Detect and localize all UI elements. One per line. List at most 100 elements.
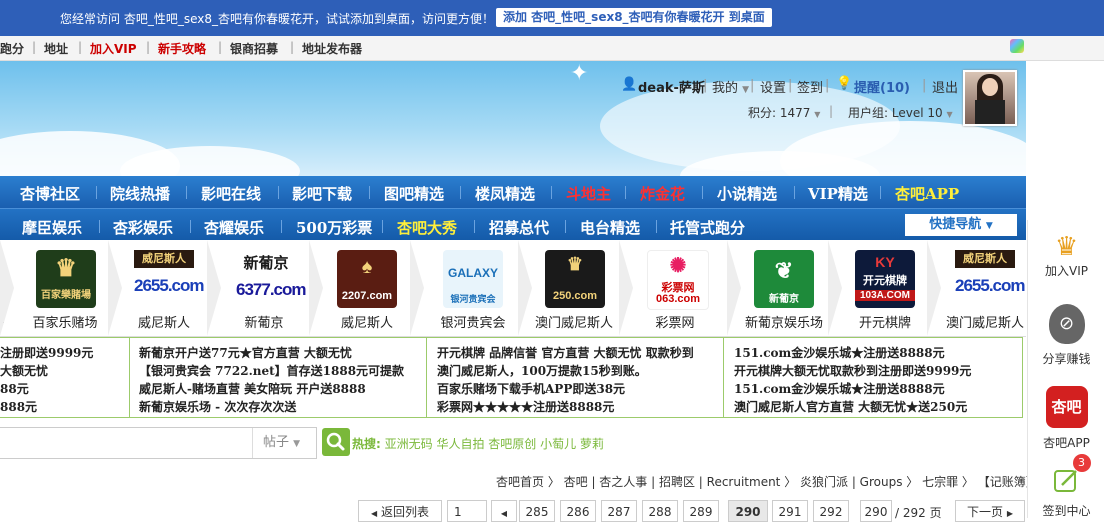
- logo-label[interactable]: 开元棋牌: [830, 312, 940, 331]
- breadcrumb[interactable]: 杏吧首页 〉 杏吧 | 杏之人事 | 招聘区 | Recruitment 〉 炎…: [496, 473, 1038, 490]
- add-to-desktop-button[interactable]: 添加 杏吧_性吧_sex8_杏吧有你春暖花开 到桌面: [496, 8, 772, 27]
- logo-venetian[interactable]: 威尼斯人 2655.com: [134, 250, 205, 308]
- page-number[interactable]: 286: [560, 500, 596, 522]
- logo-lottery-063[interactable]: ✺ 彩票网 063.com: [647, 250, 709, 310]
- prev-page-button[interactable]: ◀: [491, 500, 517, 522]
- logo-kaiyuan[interactable]: KY 开元棋牌 103A.COM: [855, 250, 915, 308]
- ad-link[interactable]: 888元: [0, 398, 37, 415]
- ad-link[interactable]: 大额无忧: [0, 362, 48, 379]
- avatar[interactable]: [963, 70, 1017, 126]
- top-links-bar: 跑分 | 地址 | 加入VIP | 新手攻略 | 银商招募 | 地址发布器: [0, 36, 1104, 61]
- toplink-address-publisher[interactable]: 地址发布器: [302, 40, 362, 57]
- nav-vip[interactable]: VIP精选: [808, 183, 868, 204]
- ad-link[interactable]: 开元棋牌大额无忧取款秒到注册即送9999元: [734, 362, 971, 379]
- page-number[interactable]: 285: [519, 500, 555, 522]
- my-menu[interactable]: 我的 ▼: [712, 77, 749, 96]
- toplink-newbie-guide[interactable]: 新手攻略: [158, 40, 206, 57]
- logo-galaxy[interactable]: GALAXY 银河贵宾会: [443, 250, 503, 308]
- toplink-recruit[interactable]: 银商招募: [230, 40, 278, 57]
- money-bag-icon: ⊘: [1048, 304, 1085, 344]
- nav-xingyao[interactable]: 杏耀娱乐: [204, 217, 264, 238]
- checkin-link[interactable]: 签到: [797, 77, 823, 96]
- nav-recruit-agents[interactable]: 招募总代: [489, 217, 549, 238]
- ad-link[interactable]: 【银河贵宾会 7722.net】首存送1888元可提款: [139, 362, 404, 379]
- logo-macau-venetian[interactable]: ♛ 250.com: [545, 250, 605, 308]
- sidebar-join-vip[interactable]: ♛ 加入VIP: [1028, 232, 1104, 279]
- remind-link[interactable]: 提醒(10): [854, 77, 910, 96]
- quick-nav-button[interactable]: 快捷导航 ▼: [905, 214, 1017, 236]
- nav-live-show[interactable]: 杏吧大秀: [397, 217, 457, 238]
- logo-label[interactable]: 新葡京娱乐场: [729, 312, 839, 331]
- sidebar-checkin-center[interactable]: 3 签到中心: [1028, 454, 1104, 519]
- sidebar-app[interactable]: 杏吧 杏吧APP: [1028, 386, 1104, 451]
- page-number[interactable]: 288: [642, 500, 678, 522]
- logo-label[interactable]: 澳门威尼斯人: [519, 312, 629, 331]
- hot-search-label: 热搜:: [352, 437, 381, 451]
- nav-doudizhu[interactable]: 斗地主: [566, 183, 611, 204]
- logo-label[interactable]: 银河贵宾会: [418, 312, 528, 331]
- nav-pictures[interactable]: 图吧精选: [384, 183, 444, 204]
- back-to-list-button[interactable]: ◀ 返回列表: [358, 500, 442, 522]
- toplink-address[interactable]: 地址: [44, 40, 68, 57]
- page-number[interactable]: 291: [772, 500, 808, 522]
- nav-hosted-paofen[interactable]: 托管式跑分: [670, 217, 745, 238]
- search-icon: [326, 432, 345, 451]
- nav-novels[interactable]: 小说精选: [717, 183, 777, 204]
- logo-label[interactable]: 威尼斯人: [312, 312, 422, 331]
- ad-link[interactable]: 威尼斯人-赌场直营 美女陪玩 开户送8888: [139, 380, 366, 397]
- ad-link[interactable]: 151.com金沙娱乐城★注册送8888元: [734, 380, 945, 397]
- logo-xinpujing-casino[interactable]: ❦ 新葡京: [754, 250, 814, 308]
- ad-link[interactable]: 彩票网★★★★★注册送8888元: [437, 398, 614, 415]
- notification-badge: 3: [1072, 454, 1091, 472]
- ad-link[interactable]: 新葡京娱乐场 - 次次存次次送: [139, 398, 296, 415]
- settings-link[interactable]: 设置: [760, 77, 786, 96]
- ad-link[interactable]: 新葡京开户送77元★官方直营 大额无忧: [139, 344, 352, 361]
- logo-label[interactable]: 威尼斯人: [109, 312, 219, 331]
- ad-link[interactable]: 澳门威尼斯人官方直营 大额无忧★送250元: [734, 398, 967, 415]
- logo-venetian-2207[interactable]: ♠ 2207.com: [337, 250, 397, 308]
- nav-loufeng[interactable]: 楼凤精选: [475, 183, 535, 204]
- search-button[interactable]: [322, 428, 350, 456]
- ad-link[interactable]: 注册即送9999元: [0, 344, 93, 361]
- logo-label[interactable]: 彩票网: [620, 312, 730, 331]
- sidebar-share-earn[interactable]: ⊘ 分享赚钱: [1028, 304, 1104, 367]
- logo-label[interactable]: 澳门威尼斯人: [930, 312, 1040, 331]
- nav-movie-download[interactable]: 影吧下载: [292, 183, 352, 204]
- search-type-select[interactable]: 帖子 ▼: [252, 428, 314, 458]
- ad-link[interactable]: 88元: [0, 380, 29, 397]
- nav-radio[interactable]: 电台精选: [580, 217, 640, 238]
- page-number[interactable]: 289: [683, 500, 719, 522]
- logo-xinpujing[interactable]: 新葡京 6377.com: [236, 250, 307, 308]
- page-number[interactable]: 292: [813, 500, 849, 522]
- nav-movie-online[interactable]: 影吧在线: [201, 183, 261, 204]
- page-total: / 292 页: [895, 506, 942, 520]
- logo-baijiale[interactable]: 百家樂賭場 ♛: [36, 250, 96, 308]
- toplink-paofen[interactable]: 跑分: [0, 40, 24, 57]
- user-group-menu[interactable]: 用户组: Level 10 ▼: [848, 104, 953, 121]
- hot-search-links[interactable]: 亚洲无码 华人自拍 杏吧原创 小萄儿 萝莉: [385, 437, 604, 451]
- ad-link[interactable]: 开元棋牌 品牌信誉 官方直营 大额无忧 取款秒到: [437, 344, 694, 361]
- toplink-join-vip[interactable]: 加入VIP: [90, 40, 137, 57]
- nav-mochen[interactable]: 摩臣娱乐: [22, 217, 82, 238]
- page-first[interactable]: 1: [447, 500, 487, 522]
- points-menu[interactable]: 积分: 1477 ▼: [748, 104, 820, 121]
- nav-cinema[interactable]: 院线热播: [110, 183, 170, 204]
- ad-link[interactable]: 澳门威尼斯人，100万提款15秒到账。: [437, 362, 647, 379]
- page-number[interactable]: 287: [601, 500, 637, 522]
- page-jump-input[interactable]: 290: [860, 500, 892, 522]
- next-page-button[interactable]: 下一页 ▶: [955, 500, 1025, 522]
- ad-link[interactable]: 百家乐赌场下载手机APP即送38元: [437, 380, 625, 397]
- logo-label[interactable]: 百家乐赌场: [10, 312, 120, 331]
- ad-link[interactable]: 151.com金沙娱乐城★注册送8888元: [734, 344, 945, 361]
- logo-macau-venetian-2[interactable]: 威尼斯人 2655.com: [955, 250, 1026, 308]
- username-link[interactable]: deak-萨斯: [638, 77, 705, 96]
- search-input[interactable]: [0, 428, 250, 458]
- nav-app[interactable]: 杏吧APP: [895, 183, 959, 204]
- nav-xingcai[interactable]: 杏彩娱乐: [113, 217, 173, 238]
- logo-label[interactable]: 新葡京: [209, 312, 319, 331]
- nav-zhajinhua[interactable]: 炸金花: [640, 183, 685, 204]
- logout-link[interactable]: 退出: [932, 77, 958, 96]
- nav-community[interactable]: 杏博社区: [20, 183, 80, 204]
- nav-lottery[interactable]: 500万彩票: [296, 217, 372, 238]
- color-theme-icon[interactable]: [1010, 39, 1024, 53]
